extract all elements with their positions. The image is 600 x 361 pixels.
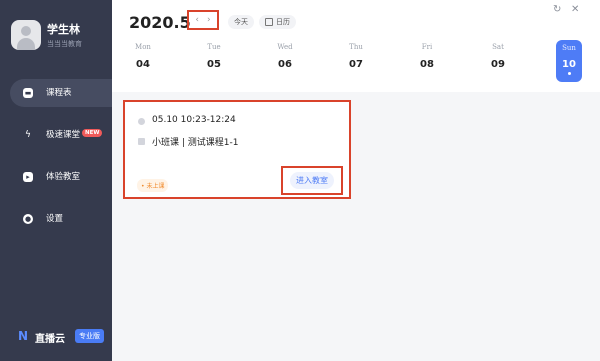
day-name: Tue — [207, 43, 221, 51]
day-name: Thu — [349, 43, 363, 51]
day-tue[interactable]: Tue 05 — [201, 43, 227, 70]
lightning-icon: ϟ — [25, 129, 31, 140]
calendar-icon — [265, 18, 273, 26]
brand-logo: N — [18, 329, 29, 343]
user-name: 学生林 — [47, 23, 80, 36]
calendar-label: 日历 — [276, 18, 290, 26]
prev-arrow-icon[interactable]: ‹ — [195, 15, 199, 25]
day-number: 05 — [207, 59, 221, 70]
book-icon — [138, 138, 145, 145]
sidebar-item-label: 极速课堂 — [46, 130, 81, 140]
day-number: 09 — [491, 59, 505, 70]
day-wed[interactable]: Wed 06 — [272, 43, 298, 70]
sidebar: 学生林 当当当教育 ▬ 课程表 ϟ 极速课堂 NEW ▸ 体验教室 ● 设置 N… — [0, 0, 112, 361]
day-number: 08 — [420, 59, 434, 70]
sidebar-item-settings[interactable]: ● 设置 — [10, 205, 112, 233]
tv-icon: ▸ — [23, 172, 33, 182]
day-name: Sat — [492, 43, 504, 51]
next-arrow-icon[interactable]: › — [207, 15, 211, 25]
has-lesson-dot — [567, 72, 571, 75]
day-name: Sun — [562, 44, 576, 52]
day-name: Mon — [135, 43, 151, 51]
enter-classroom-button[interactable]: 进入教室 — [281, 166, 343, 195]
lesson-card[interactable]: 05.10 10:23-12:24 小班课 | 测试课程1-1 • 未上课 进入… — [123, 100, 351, 199]
sidebar-item-trial-room[interactable]: ▸ 体验教室 — [10, 163, 112, 191]
day-sat[interactable]: Sat 09 — [485, 43, 511, 70]
sidebar-item-schedule[interactable]: ▬ 课程表 — [10, 79, 112, 107]
brand-name: 直播云 — [35, 334, 65, 345]
day-thu[interactable]: Thu 07 — [343, 43, 369, 70]
day-name: Wed — [277, 43, 293, 51]
new-badge: NEW — [82, 129, 103, 137]
lesson-course: 小班课 | 测试课程1-1 — [152, 138, 239, 148]
sidebar-item-label: 体验教室 — [46, 172, 81, 182]
day-number: 06 — [278, 59, 292, 70]
day-number: 10 — [562, 59, 576, 70]
lesson-time: 05.10 10:23-12:24 — [152, 115, 236, 125]
avatar[interactable] — [11, 20, 41, 50]
close-icon[interactable]: ✕ — [571, 4, 579, 15]
sidebar-item-label: 课程表 — [46, 88, 72, 98]
today-label: 今天 — [234, 18, 248, 26]
page-title: 2020.5 — [129, 13, 191, 32]
refresh-icon[interactable]: ↻ — [553, 4, 561, 15]
day-fri[interactable]: Fri 08 — [414, 43, 440, 70]
today-button[interactable]: 今天 — [228, 15, 254, 29]
day-sun-selected[interactable]: Sun 10 — [556, 40, 582, 82]
sidebar-item-quick-class[interactable]: ϟ 极速课堂 NEW — [10, 121, 112, 149]
gear-icon: ● — [23, 214, 33, 224]
day-name: Fri — [421, 43, 433, 51]
day-number: 07 — [349, 59, 363, 70]
clock-icon — [138, 118, 145, 125]
sidebar-item-label: 设置 — [46, 214, 64, 224]
day-number: 04 — [136, 59, 150, 70]
enter-classroom-label: 进入教室 — [290, 172, 334, 189]
edition-badge: 专业版 — [75, 329, 104, 343]
month-nav: ‹ › — [187, 10, 219, 30]
day-mon[interactable]: Mon 04 — [130, 43, 156, 70]
calendar-button[interactable]: 日历 — [259, 15, 296, 29]
calendar-icon: ▬ — [23, 88, 33, 98]
status-badge: • 未上课 — [137, 179, 169, 192]
user-org: 当当当教育 — [47, 40, 82, 48]
